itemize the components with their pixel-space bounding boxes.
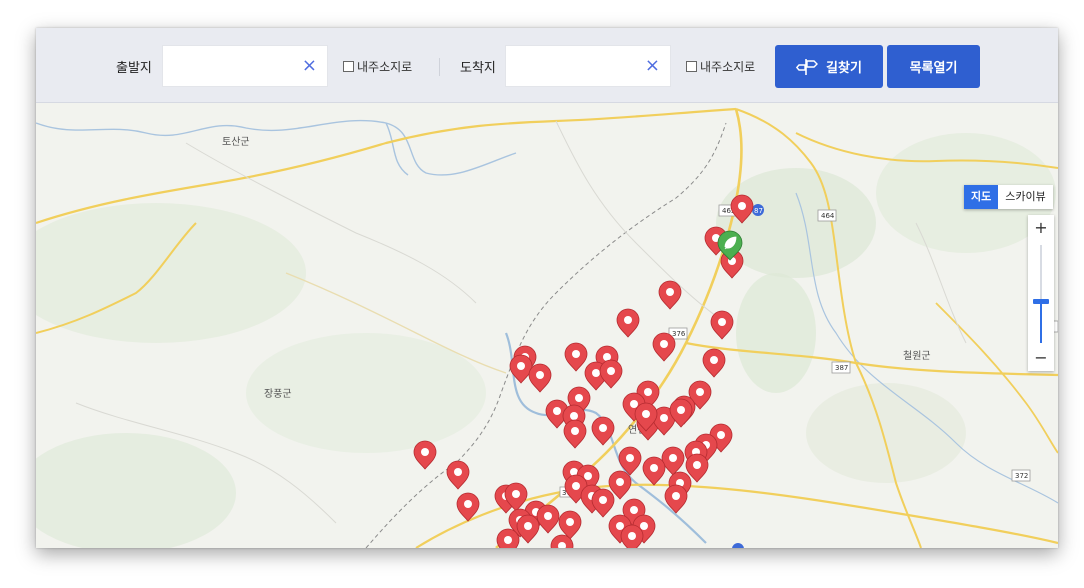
origin-home-checkbox[interactable]: 내주소지로 xyxy=(343,58,412,75)
zoom-out-button[interactable]: − xyxy=(1028,347,1054,369)
route-button-label: 길찾기 xyxy=(826,61,862,76)
map-window: 출발지 × 내주소지로 도착지 × 내주소지로 길찾기 목록열기 토산군 장풍군… xyxy=(36,28,1058,548)
svg-text:87: 87 xyxy=(754,207,763,215)
route-shield: 87 xyxy=(752,204,764,216)
dest-field[interactable]: × xyxy=(505,45,671,87)
place-label-cheorwon: 철원군 xyxy=(903,350,931,362)
dest-home-checkbox[interactable]: 내주소지로 xyxy=(686,58,755,75)
svg-text:387: 387 xyxy=(835,364,848,372)
open-list-button[interactable]: 목록열기 xyxy=(887,45,980,88)
dest-label: 도착지 xyxy=(460,61,496,76)
checkbox-box[interactable] xyxy=(343,61,354,72)
zoom-slider-handle[interactable] xyxy=(1033,299,1049,304)
checkbox-label: 내주소지로 xyxy=(357,60,413,74)
route-shield: 387 xyxy=(831,361,851,374)
svg-text:464: 464 xyxy=(821,212,835,220)
svg-text:372: 372 xyxy=(1015,472,1028,480)
place-label-tosan: 토산군 xyxy=(222,136,250,148)
checkbox-box[interactable] xyxy=(686,61,697,72)
map-marker-pin[interactable] xyxy=(496,528,520,548)
clear-origin-icon[interactable]: × xyxy=(302,56,317,76)
map-type-switch: 지도 스카이뷰 xyxy=(964,185,1053,209)
clear-dest-icon[interactable]: × xyxy=(645,56,660,76)
zoom-in-button[interactable]: + xyxy=(1028,217,1054,239)
map-canvas[interactable]: 토산군 장풍군 철원군 연천 463 87 464 376 387 372 37… xyxy=(36,103,1058,548)
signpost-icon xyxy=(796,58,819,75)
svg-text:376: 376 xyxy=(672,330,686,338)
route-search-button[interactable]: 길찾기 xyxy=(775,45,883,88)
map-marker-pin[interactable] xyxy=(620,524,644,548)
zoom-slider-fill xyxy=(1040,301,1042,343)
map-type-skyview-button[interactable]: 스카이뷰 xyxy=(998,185,1053,209)
checkbox-label: 내주소지로 xyxy=(700,60,756,74)
divider xyxy=(439,58,440,76)
zoom-control: + − xyxy=(1028,215,1054,371)
route-search-toolbar: 출발지 × 내주소지로 도착지 × 내주소지로 길찾기 목록열기 xyxy=(36,28,1058,103)
origin-field[interactable]: × xyxy=(162,45,328,87)
origin-label: 출발지 xyxy=(116,61,152,76)
place-label-jangpung: 장풍군 xyxy=(264,388,292,400)
list-button-label: 목록열기 xyxy=(909,61,958,76)
map-background: 토산군 장풍군 철원군 연천 463 87 464 376 387 372 37 xyxy=(36,103,1058,548)
route-shield: 464 xyxy=(817,209,837,222)
route-shield: 372 xyxy=(1011,469,1031,482)
map-type-map-button[interactable]: 지도 xyxy=(964,185,999,209)
